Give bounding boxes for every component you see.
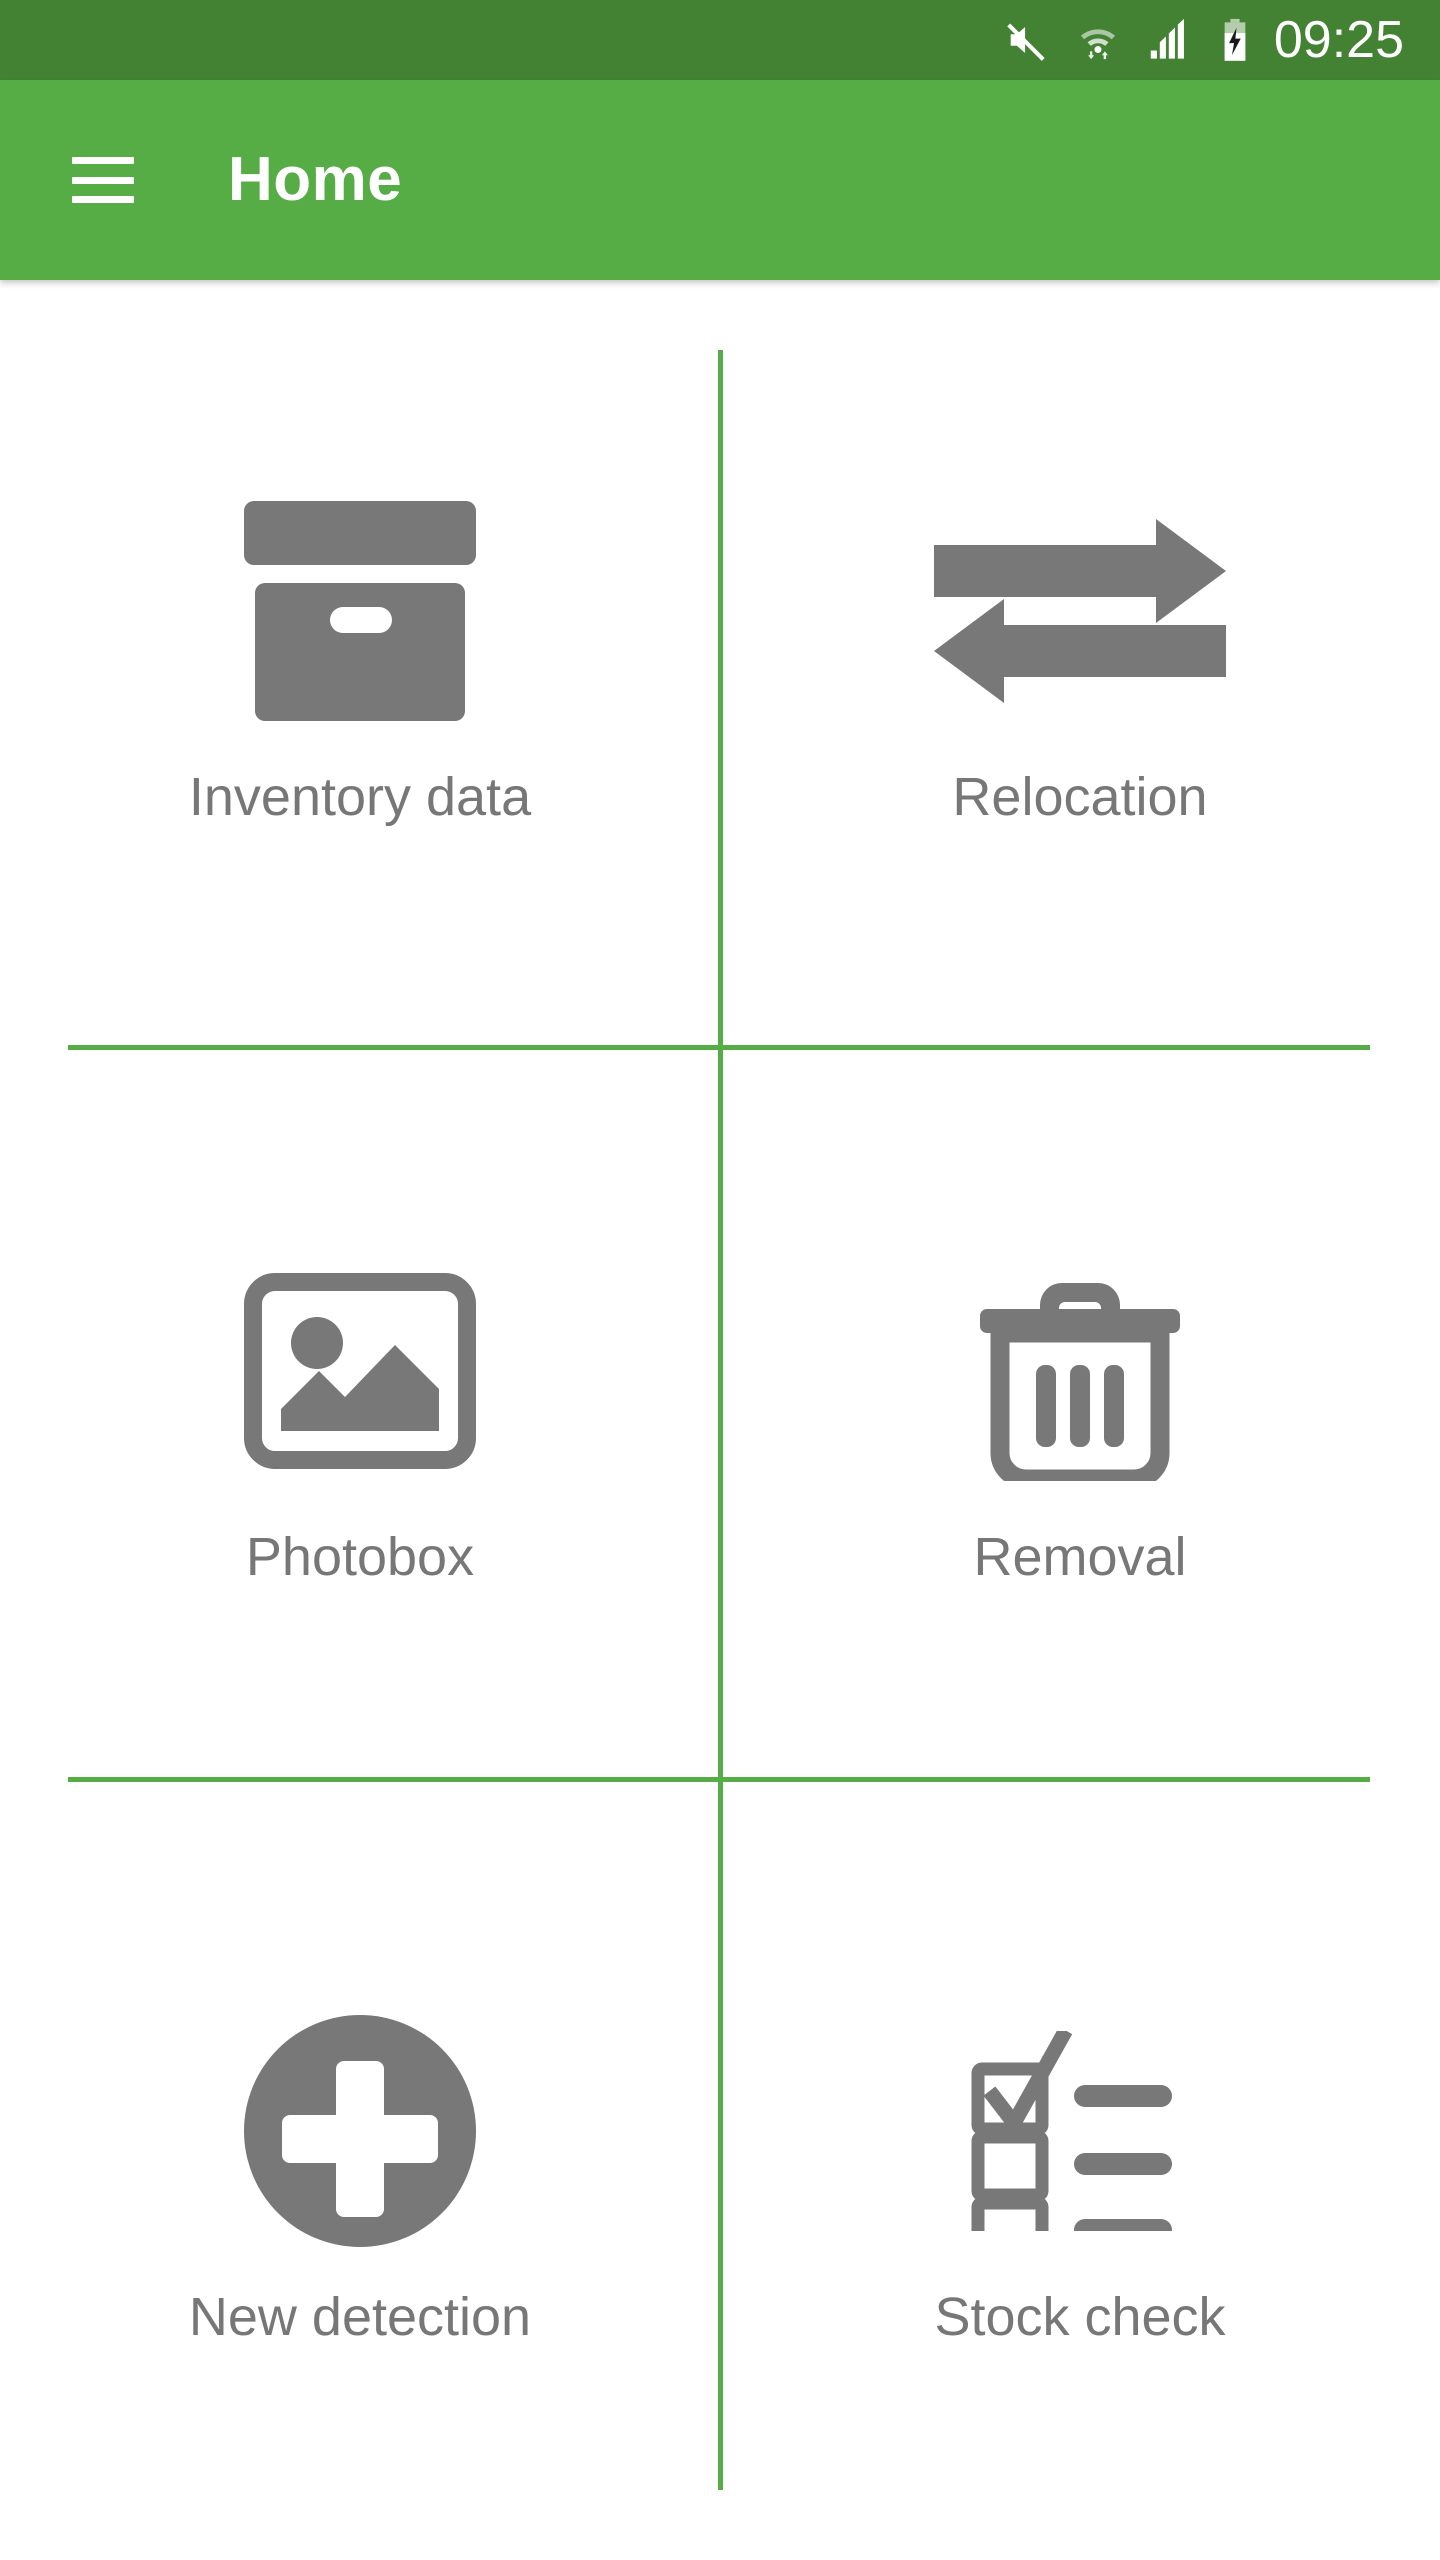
menu-line — [72, 176, 134, 184]
wifi-icon — [1076, 17, 1120, 63]
plus-circle-icon — [244, 2015, 476, 2247]
status-bar-icons — [1004, 17, 1252, 63]
box-icon — [242, 496, 478, 726]
image-icon — [244, 1256, 476, 1486]
app-screen: 09:25 Home Inventory data Relocation Pho… — [0, 0, 1440, 2560]
menu-line — [72, 157, 134, 164]
grid-item-inventory-data[interactable]: Inventory data — [0, 280, 720, 1040]
trash-icon — [974, 1256, 1186, 1486]
home-content: Inventory data Relocation Photobox Remov… — [0, 280, 1440, 2560]
grid-item-stock-check[interactable]: Stock check — [720, 1800, 1440, 2560]
grid-item-label: New detection — [188, 2287, 532, 2347]
grid-vertical-divider — [718, 350, 723, 2490]
grid-item-label: Photobox — [245, 1527, 475, 1587]
status-bar-clock: 09:25 — [1273, 11, 1404, 69]
signal-icon — [1146, 17, 1192, 63]
grid-item-photobox[interactable]: Photobox — [0, 1040, 720, 1800]
app-bar: Home — [0, 80, 1440, 280]
hamburger-menu-icon[interactable] — [72, 157, 134, 203]
battery-charging-icon — [1218, 17, 1252, 63]
grid-item-label: Relocation — [952, 767, 1208, 827]
grid-item-label: Removal — [973, 1527, 1187, 1587]
menu-line — [72, 196, 134, 203]
mute-icon — [1004, 17, 1050, 63]
grid-horizontal-divider-2 — [68, 1777, 1370, 1782]
page-title: Home — [228, 145, 403, 214]
status-bar: 09:25 — [0, 0, 1440, 80]
checklist-icon — [970, 2016, 1190, 2246]
grid-item-new-detection[interactable]: New detection — [0, 1800, 720, 2560]
grid-item-relocation[interactable]: Relocation — [720, 280, 1440, 1040]
grid-item-label: Inventory data — [188, 767, 532, 827]
grid-item-removal[interactable]: Removal — [720, 1040, 1440, 1800]
transfer-arrows-icon — [934, 496, 1226, 726]
grid-item-label: Stock check — [934, 2287, 1226, 2347]
grid-horizontal-divider-1 — [68, 1045, 1370, 1050]
